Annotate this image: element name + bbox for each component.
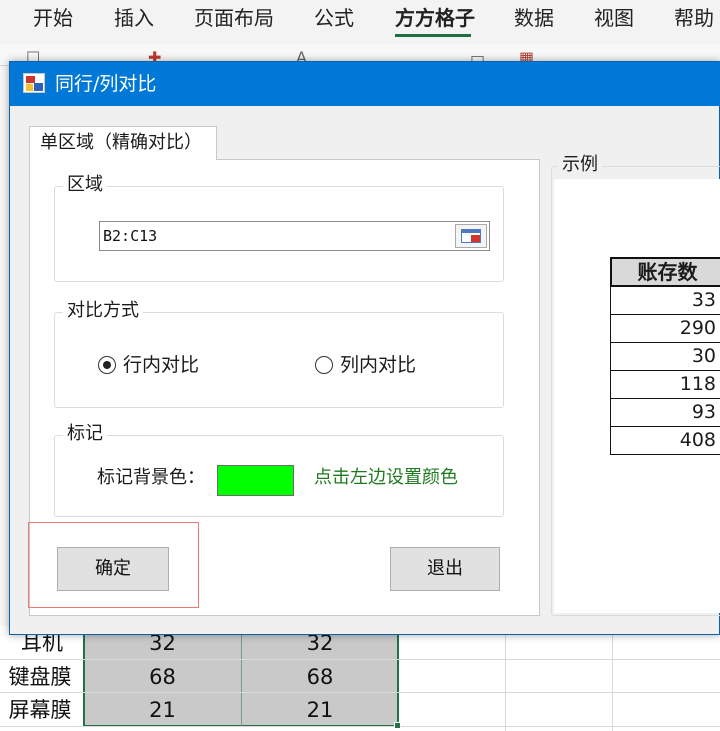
dialog-title: 同行/列对比 [55, 73, 157, 95]
cell-value[interactable]: 21 [84, 694, 241, 727]
mark-color-label: 标记背景色： [97, 467, 205, 488]
active-tab-underline [395, 34, 471, 37]
compare-method-title: 对比方式 [63, 300, 143, 322]
example-preview: 账存数 33 290 30 118 93 408 [554, 179, 720, 613]
range-input[interactable] [103, 224, 453, 248]
ribbon-tab-view[interactable]: 视图 [594, 6, 634, 30]
ribbon-tabs: 开始 插入 页面布局 公式 方方格子 数据 视图 帮助 [0, 0, 720, 44]
cell-value[interactable]: 68 [84, 661, 241, 694]
worksheet-area: 耳机 32 32 键盘膜 68 68 屏幕膜 21 21 [0, 626, 720, 731]
mark-group: 标记 标记背景色： 点击左边设置颜色 [54, 423, 504, 517]
ribbon-tab-home[interactable]: 开始 [33, 6, 73, 30]
compare-dialog: 同行/列对比 单区域（精确对比） 区域 对比方式 行内对比 列内对比 [9, 61, 720, 635]
ribbon-tab-fangfanggezi[interactable]: 方方格子 [395, 6, 475, 30]
exit-button[interactable]: 退出 [390, 547, 500, 591]
range-picker-icon[interactable] [455, 224, 487, 248]
mark-group-title: 标记 [63, 423, 107, 445]
example-header: 账存数 [610, 257, 720, 287]
ribbon-tab-formulas[interactable]: 公式 [314, 6, 354, 30]
radio-label: 行内对比 [123, 354, 200, 376]
example-value-cell: 408 [610, 427, 720, 455]
radio-selected-icon [98, 356, 116, 374]
cell-value[interactable]: 21 [242, 694, 398, 727]
ribbon-tab-data[interactable]: 数据 [514, 6, 554, 30]
example-title: 示例 [558, 154, 602, 176]
table-row: 屏幕膜 21 21 [0, 694, 720, 727]
range-group-title: 区域 [63, 174, 107, 196]
fill-handle[interactable] [394, 722, 401, 729]
ribbon-tab-insert[interactable]: 插入 [114, 6, 154, 30]
compare-method-group: 对比方式 行内对比 列内对比 [54, 300, 504, 408]
radio-unselected-icon [315, 356, 333, 374]
mark-color-swatch[interactable] [217, 465, 294, 496]
example-value-cell: 30 [610, 343, 720, 371]
table-row: 键盘膜 68 68 [0, 661, 720, 694]
example-value-cell: 33 [610, 287, 720, 315]
ok-button[interactable]: 确定 [57, 547, 169, 591]
dialog-titlebar[interactable]: 同行/列对比 [10, 62, 720, 106]
example-value-cell: 93 [610, 399, 720, 427]
cell-product[interactable]: 键盘膜 [0, 661, 80, 694]
radio-row-compare[interactable]: 行内对比 [98, 353, 238, 377]
example-group: 示例 账存数 33 290 30 118 93 408 [551, 154, 720, 616]
ribbon-tab-page-layout[interactable]: 页面布局 [194, 6, 274, 30]
app-icon [23, 73, 45, 93]
example-value-cell: 290 [610, 315, 720, 343]
radio-col-compare[interactable]: 列内对比 [315, 353, 455, 377]
cell-product[interactable]: 屏幕膜 [0, 694, 80, 727]
tab-label: 单区域（精确对比） [40, 132, 202, 153]
ribbon-tab-help[interactable]: 帮助 [674, 6, 714, 30]
range-group: 区域 [54, 174, 504, 282]
tab-single-range[interactable]: 单区域（精确对比） [29, 126, 217, 160]
color-hint: 点击左边设置颜色 [314, 467, 458, 488]
example-value-cell: 118 [610, 371, 720, 399]
radio-label: 列内对比 [340, 354, 417, 376]
range-field[interactable] [99, 221, 490, 251]
cell-value[interactable]: 68 [242, 661, 398, 694]
